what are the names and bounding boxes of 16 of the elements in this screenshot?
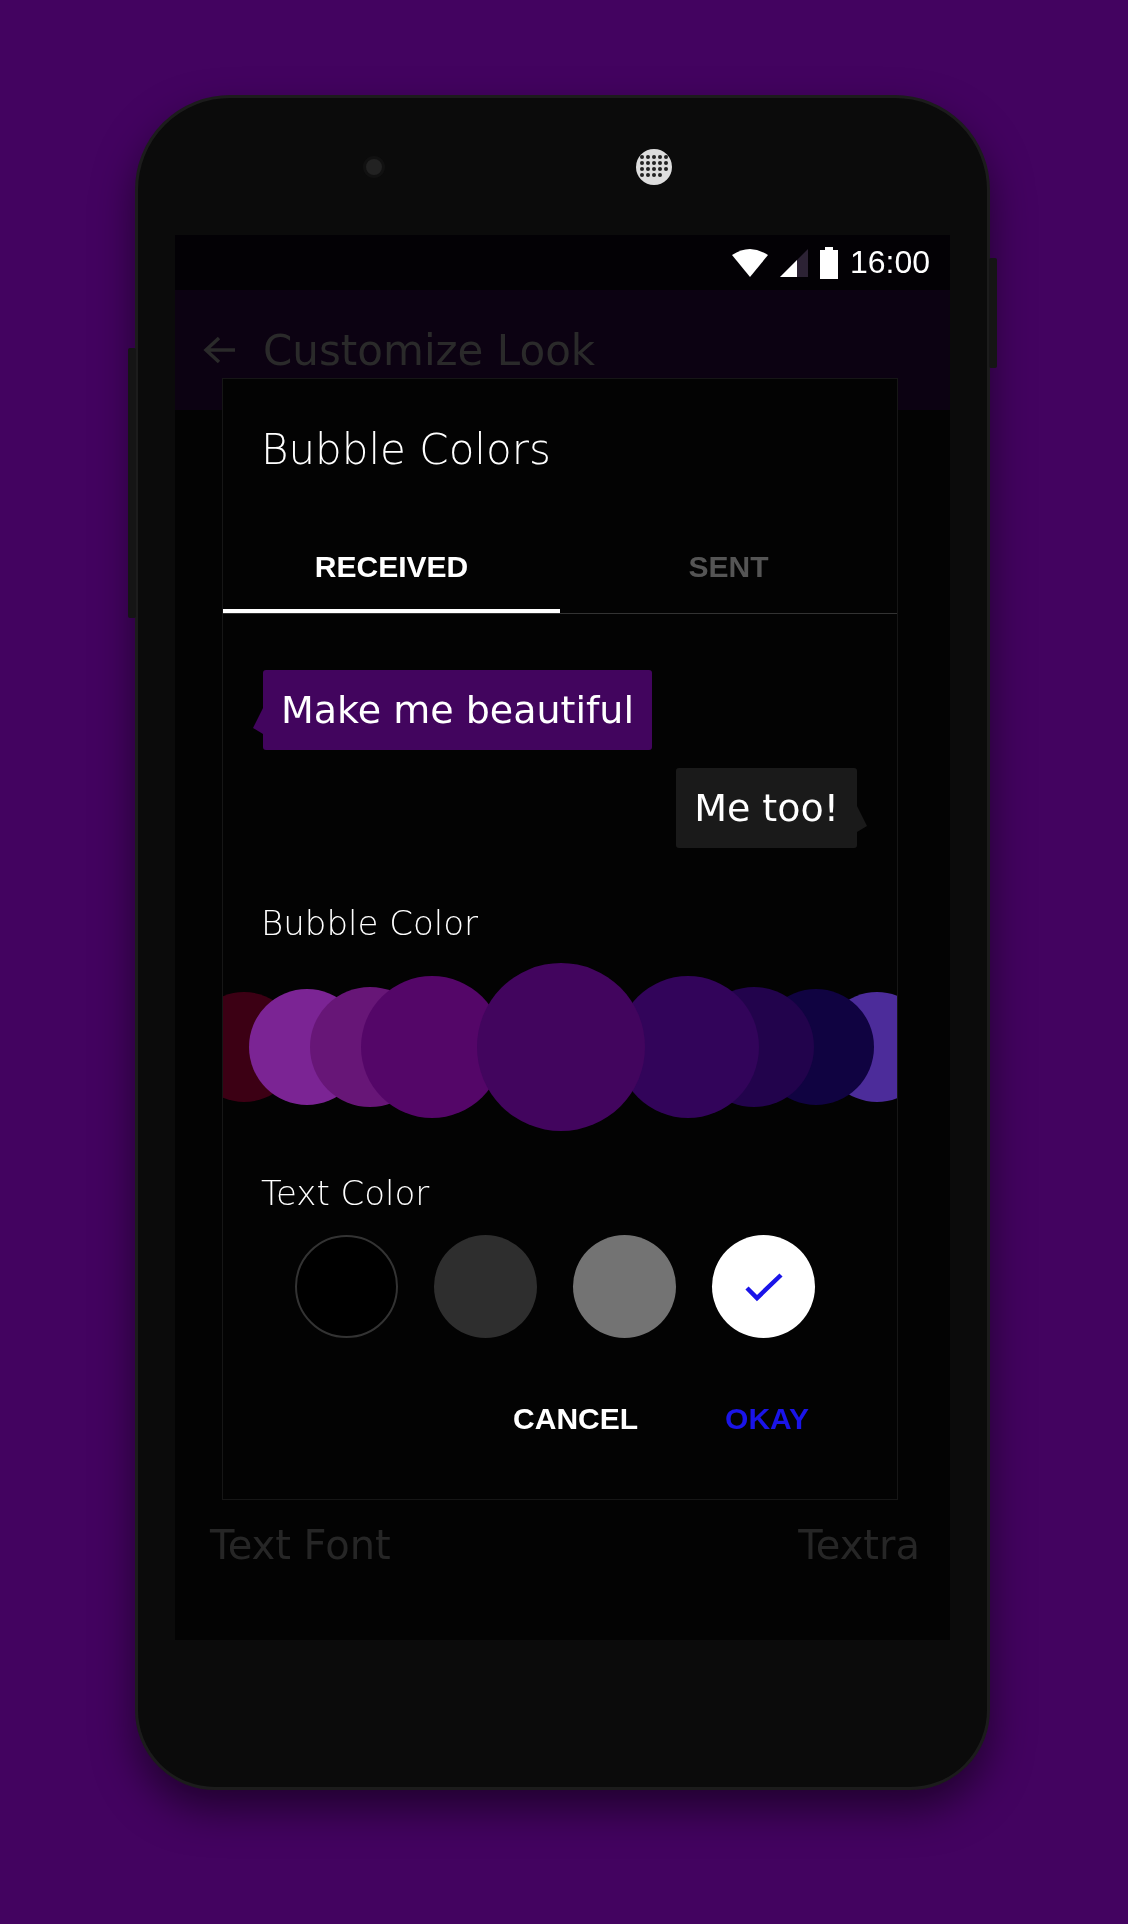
signal-icon [779, 248, 808, 277]
wifi-icon [731, 248, 768, 277]
battery-icon [819, 246, 838, 279]
bubble-tail-icon [253, 708, 263, 734]
cancel-button[interactable]: CANCEL [497, 1388, 655, 1450]
section-label: Bubble Color [260, 903, 479, 943]
back-arrow-icon[interactable] [203, 335, 237, 365]
bubble-tail-icon [857, 806, 867, 832]
dialog-title: Bubble Colors [260, 424, 552, 476]
tab[interactable]: RECEIVED [223, 525, 560, 613]
speaker-icon [634, 147, 673, 186]
section-label: Text Color [260, 1173, 431, 1213]
status-time: 16:00 [849, 244, 930, 281]
camera-icon [362, 155, 385, 178]
check-icon [743, 1271, 784, 1302]
color-swatch[interactable] [477, 963, 645, 1131]
